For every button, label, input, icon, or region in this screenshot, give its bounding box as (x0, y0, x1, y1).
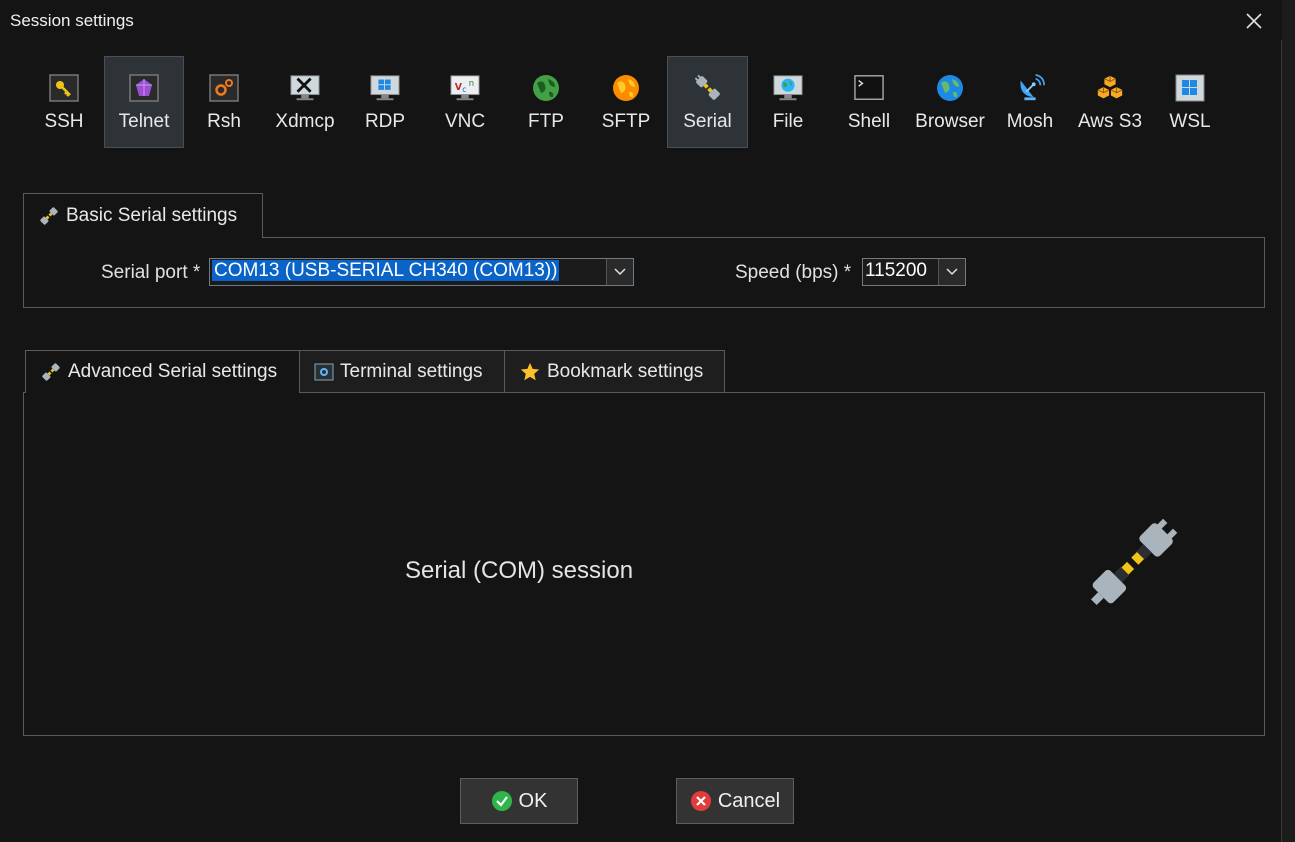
protocol-mosh[interactable]: Mosh (990, 56, 1070, 148)
terminal-settings-icon (314, 363, 334, 381)
tab-terminal-settings[interactable]: Terminal settings (299, 350, 505, 393)
window-title: Session settings (10, 11, 134, 30)
green-globe-icon (531, 73, 561, 103)
title-bar: Session settings (0, 0, 1282, 40)
protocol-label: WSL (1169, 111, 1211, 132)
tab-label: Basic Serial settings (66, 205, 238, 226)
satellite-dish-icon (1015, 73, 1045, 103)
chevron-down-icon (946, 268, 958, 276)
protocol-label: Telnet (118, 111, 170, 132)
protocol-ftp[interactable]: FTP (506, 56, 586, 148)
file-monitor-icon (773, 73, 803, 103)
svg-text:c: c (462, 85, 466, 94)
speed-dropdown-button[interactable] (938, 259, 965, 285)
protocol-label: Xdmcp (275, 111, 335, 132)
ok-button[interactable]: OK (460, 778, 578, 824)
cancel-x-icon (690, 791, 711, 811)
protocol-ssh[interactable]: SSH (24, 56, 104, 148)
protocol-aws-s3[interactable]: Aws S3 (1070, 56, 1150, 148)
serial-plug-icon (693, 73, 723, 103)
protocol-toolbar: SSH Telnet Rsh Xdmcp RDP V c n VNC FTP S… (24, 56, 1244, 148)
protocol-label: Shell (847, 111, 891, 132)
tab-label: Advanced Serial settings (68, 361, 278, 382)
serial-plug-icon (40, 207, 58, 225)
protocol-label: VNC (444, 111, 486, 132)
serial-plug-icon (42, 363, 60, 381)
protocol-label: Rsh (207, 111, 241, 132)
protocol-vnc[interactable]: Vcn VNC (424, 56, 506, 148)
protocol-label: Browser (915, 111, 985, 132)
windows-monitor-icon (370, 73, 400, 103)
serial-port-value: COM13 (USB-SERIAL CH340 (COM13)) (212, 260, 560, 281)
session-settings-dialog: Session settings SSH Telnet Rsh Xdmcp RD… (0, 0, 1282, 842)
session-description: Serial (COM) session (405, 557, 634, 584)
protocol-browser[interactable]: Browser (910, 56, 990, 148)
protocol-xdmcp[interactable]: Xdmcp (264, 56, 346, 148)
serial-plug-large-icon (1080, 512, 1184, 621)
checkmark-icon (491, 791, 512, 811)
aws-cubes-icon (1095, 73, 1125, 103)
svg-text:n: n (469, 78, 474, 88)
protocol-label: FTP (528, 111, 564, 132)
vnc-icon: Vcn (450, 73, 480, 103)
tab-advanced-serial-settings[interactable]: Advanced Serial settings (25, 350, 300, 393)
protocol-label: Aws S3 (1077, 111, 1143, 132)
ok-label: OK (518, 789, 548, 812)
close-button[interactable] (1234, 4, 1274, 38)
tab-label: Bookmark settings (547, 361, 704, 382)
protocol-telnet[interactable]: Telnet (104, 56, 184, 148)
protocol-serial[interactable]: Serial (667, 56, 748, 148)
x-monitor-icon (290, 73, 320, 103)
telnet-gem-icon (129, 73, 159, 103)
rsh-gears-icon (209, 73, 239, 103)
protocol-wsl[interactable]: WSL (1150, 56, 1230, 148)
wsl-windows-icon (1175, 73, 1205, 103)
serial-port-select[interactable]: COM13 (USB-SERIAL CH340 (COM13)) (209, 258, 634, 286)
protocol-label: Mosh (1006, 111, 1054, 132)
tab-bookmark-settings[interactable]: Bookmark settings (504, 350, 725, 393)
tab-label: Terminal settings (340, 361, 483, 382)
key-icon (49, 73, 79, 103)
serial-port-dropdown-button[interactable] (606, 259, 633, 285)
cancel-label: Cancel (717, 789, 781, 812)
close-icon (1246, 13, 1262, 29)
speed-value: 115200 (865, 260, 927, 281)
cancel-button[interactable]: Cancel (676, 778, 794, 824)
speed-label: Speed (bps) * (735, 262, 852, 283)
tab-basic-serial-settings[interactable]: Basic Serial settings (23, 193, 263, 238)
star-icon (520, 362, 540, 381)
protocol-file[interactable]: File (748, 56, 828, 148)
protocol-label: RDP (364, 111, 406, 132)
protocol-label: Serial (683, 111, 732, 132)
protocol-rdp[interactable]: RDP (346, 56, 424, 148)
protocol-sftp[interactable]: SFTP (586, 56, 666, 148)
protocol-shell[interactable]: Shell (828, 56, 910, 148)
protocol-label: SSH (44, 111, 84, 132)
chevron-down-icon (614, 268, 626, 276)
orange-globe-icon (611, 73, 641, 103)
speed-select[interactable]: 115200 (862, 258, 966, 286)
protocol-label: SFTP (601, 111, 651, 132)
session-info-panel (23, 392, 1265, 736)
earth-globe-icon (935, 73, 965, 103)
protocol-label: File (772, 111, 804, 132)
protocol-rsh[interactable]: Rsh (184, 56, 264, 148)
serial-port-label: Serial port * (101, 262, 201, 283)
terminal-icon (854, 73, 884, 103)
